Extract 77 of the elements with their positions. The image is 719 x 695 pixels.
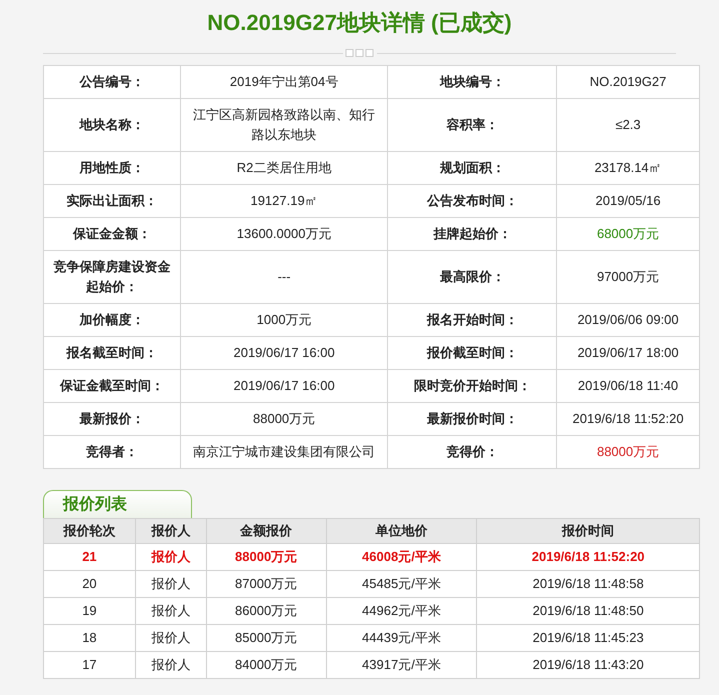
column-header: 报价时间	[562, 523, 614, 538]
field-label: 竞得者：	[86, 444, 138, 459]
field-value: 2019/06/17 16:00	[233, 345, 335, 360]
table-cell: 46008元/平米	[362, 549, 441, 564]
field-label: 最新报价：	[79, 411, 144, 426]
field-label: 加价幅度：	[79, 312, 144, 327]
divider-ornament-icon	[344, 49, 374, 57]
field-value: R2二类居住用地	[236, 160, 332, 175]
table-cell: 85000万元	[235, 630, 298, 646]
field-value: 2019/06/06 09:00	[577, 312, 679, 327]
field-value: 1000万元	[256, 312, 312, 327]
field-label: 保证金截至时间：	[60, 378, 164, 393]
column-header: 金额报价	[240, 523, 292, 538]
table-cell: 88000万元	[235, 549, 298, 564]
field-value: 江宁区高新园格致路以南、知行路以东地块	[193, 107, 376, 142]
field-value: 南京江宁城市建设集团有限公司	[193, 444, 376, 459]
table-cell: 21	[82, 549, 97, 564]
field-value: 68000万元	[596, 226, 660, 241]
field-value: 97000万元	[596, 269, 660, 284]
table-cell: 报价人	[151, 630, 190, 646]
column-header: 报价人	[151, 523, 190, 538]
field-label: 地块编号：	[440, 74, 505, 89]
table-cell: 86000万元	[235, 603, 298, 618]
field-value: ≤2.3	[615, 117, 641, 132]
table-cell: 2019/6/18 11:52:20	[532, 549, 645, 564]
column-header: 报价轮次	[63, 523, 116, 538]
field-label: 最高限价：	[440, 269, 505, 284]
field-label: 地块名称：	[79, 117, 144, 132]
field-value: 23178.14㎡	[594, 160, 662, 175]
field-value: 88000万元	[596, 444, 660, 459]
table-cell: 19	[82, 603, 97, 618]
field-label: 挂牌起始价：	[433, 226, 512, 241]
field-value: 88000万元	[253, 411, 316, 426]
field-value: 2019/6/18 11:52:20	[572, 411, 684, 426]
field-value: NO.2019G27	[590, 74, 666, 89]
column-header: 单位地价	[375, 523, 428, 538]
field-label: 最新报价时间：	[426, 411, 518, 426]
table-cell: 17	[82, 657, 97, 672]
field-value: 2019/06/18 11:40	[578, 378, 678, 393]
field-label: 报名开始时间：	[426, 312, 518, 327]
field-label: 竞争保障房建设资金起始价：	[53, 259, 170, 294]
table-cell: 报价人	[151, 576, 190, 592]
field-value: ---	[278, 269, 291, 284]
field-label: 限时竞价开始时间：	[414, 378, 531, 393]
table-cell: 报价人	[151, 549, 190, 564]
field-label: 容积率：	[446, 117, 498, 132]
field-label: 公告发布时间：	[426, 193, 518, 208]
table-cell: 2019/6/18 11:43:20	[532, 657, 644, 672]
field-label: 竞得价：	[446, 444, 498, 459]
field-label: 公告编号：	[79, 74, 144, 89]
table-cell: 18	[82, 630, 97, 646]
table-cell: 2019/6/18 11:45:23	[532, 630, 644, 646]
table-cell: 44962元/平米	[362, 603, 441, 618]
table-cell: 20	[82, 576, 97, 592]
table-cell: 2019/6/18 11:48:50	[532, 603, 644, 618]
table-cell: 84000万元	[235, 657, 298, 672]
table-cell: 43917元/平米	[362, 657, 441, 672]
field-label: 报价截至时间：	[426, 345, 518, 360]
table-cell: 45485元/平米	[362, 576, 441, 592]
field-label: 实际出让面积：	[66, 193, 158, 208]
table-cell: 2019/6/18 11:48:58	[532, 576, 644, 592]
field-label: 报名截至时间：	[66, 345, 158, 360]
section-tab[interactable]: 报价列表	[43, 490, 192, 518]
table-cell: 报价人	[151, 603, 190, 618]
field-label: 用地性质：	[79, 160, 144, 175]
field-value: 2019/06/17 18:00	[577, 345, 679, 360]
field-value: 2019/05/16	[596, 193, 661, 208]
field-value: 2019/06/17 16:00	[233, 378, 335, 393]
field-label: 保证金金额：	[72, 226, 151, 241]
page-title: NO.2019G27地块详情 (已成交)	[207, 9, 512, 37]
table-cell: 87000万元	[235, 576, 298, 592]
field-label: 规划面积：	[440, 160, 505, 175]
field-value: 13600.0000万元	[236, 226, 332, 241]
table-cell: 报价人	[151, 657, 190, 672]
table-cell: 44439元/平米	[362, 630, 441, 646]
field-value: 2019年宁出第04号	[230, 74, 338, 89]
field-value: 19127.19㎡	[250, 193, 318, 208]
